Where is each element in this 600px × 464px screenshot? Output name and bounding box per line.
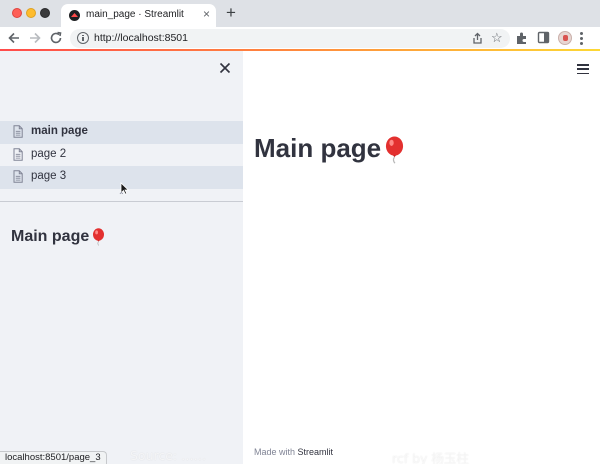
side-panel-icon[interactable] bbox=[537, 31, 550, 44]
hamburger-menu-icon[interactable] bbox=[577, 64, 589, 75]
watermark-author-text: rcf by 杨玉柱 bbox=[392, 451, 469, 464]
browser-toolbar: http://localhost:8501 ☆ bbox=[0, 27, 600, 50]
sidebar-item-label: main page bbox=[31, 125, 88, 137]
footer-prefix: Made with bbox=[254, 447, 298, 457]
streamlit-favicon-icon bbox=[69, 10, 80, 21]
page-title: Main page bbox=[254, 133, 405, 164]
browser-menu-icon[interactable] bbox=[580, 32, 583, 46]
page-icon bbox=[13, 170, 23, 183]
new-tab-button[interactable]: + bbox=[226, 3, 236, 23]
balloon-icon bbox=[386, 136, 404, 164]
sidebar-heading: Main page bbox=[11, 228, 105, 246]
streamlit-app: main page page 2 page 3 ⌃ Main page Main… bbox=[0, 51, 600, 464]
sidebar-divider bbox=[0, 201, 243, 202]
window-zoom-button[interactable] bbox=[40, 8, 50, 18]
link-hover-status-bar: localhost:8501/page_3 bbox=[0, 451, 107, 464]
page-icon bbox=[13, 147, 23, 161]
main-content: Main page Made with Streamlit bbox=[243, 51, 600, 464]
url-text: http://localhost:8501 bbox=[94, 32, 188, 44]
bookmark-star-icon[interactable]: ☆ bbox=[491, 30, 503, 46]
balloon-icon bbox=[93, 228, 105, 246]
back-arrow-icon[interactable] bbox=[6, 30, 22, 46]
reload-icon[interactable] bbox=[48, 30, 64, 46]
sidebar-item-main-page[interactable]: main page bbox=[0, 121, 243, 144]
page-title-text: Main page bbox=[254, 133, 382, 163]
sidebar: main page page 2 page 3 ⌃ Main page bbox=[0, 51, 243, 464]
sidebar-item-label: page 3 bbox=[31, 170, 67, 182]
address-bar[interactable]: http://localhost:8501 ☆ bbox=[70, 29, 510, 48]
browser-tab-strip: main_page · Streamlit × + bbox=[0, 0, 600, 27]
extensions-puzzle-icon[interactable] bbox=[515, 31, 529, 45]
page-nav: main page page 2 page 3 bbox=[0, 121, 243, 189]
share-icon[interactable] bbox=[471, 32, 484, 45]
page-icon bbox=[13, 125, 23, 138]
tab-close-icon[interactable]: × bbox=[203, 7, 210, 21]
sidebar-heading-text: Main page bbox=[11, 228, 90, 246]
nav-collapse-chevron-icon[interactable]: ⌃ bbox=[118, 191, 125, 200]
browser-tab-main-page[interactable]: main_page · Streamlit × bbox=[61, 4, 216, 27]
made-with-streamlit-footer: Made with Streamlit bbox=[254, 447, 333, 457]
streamlit-link[interactable]: Streamlit bbox=[298, 447, 334, 457]
sidebar-item-page-2[interactable]: page 2 bbox=[0, 144, 243, 167]
sidebar-close-icon[interactable] bbox=[218, 61, 232, 75]
sidebar-item-label: page 2 bbox=[31, 147, 67, 160]
window-close-button[interactable] bbox=[12, 8, 22, 18]
profile-avatar[interactable] bbox=[558, 31, 572, 45]
site-info-icon[interactable] bbox=[77, 32, 89, 44]
forward-arrow-icon[interactable] bbox=[27, 30, 43, 46]
watermark-source-text: Source: …… bbox=[130, 448, 207, 463]
window-minimize-button[interactable] bbox=[26, 8, 36, 18]
tab-title: main_page · Streamlit bbox=[86, 9, 184, 20]
